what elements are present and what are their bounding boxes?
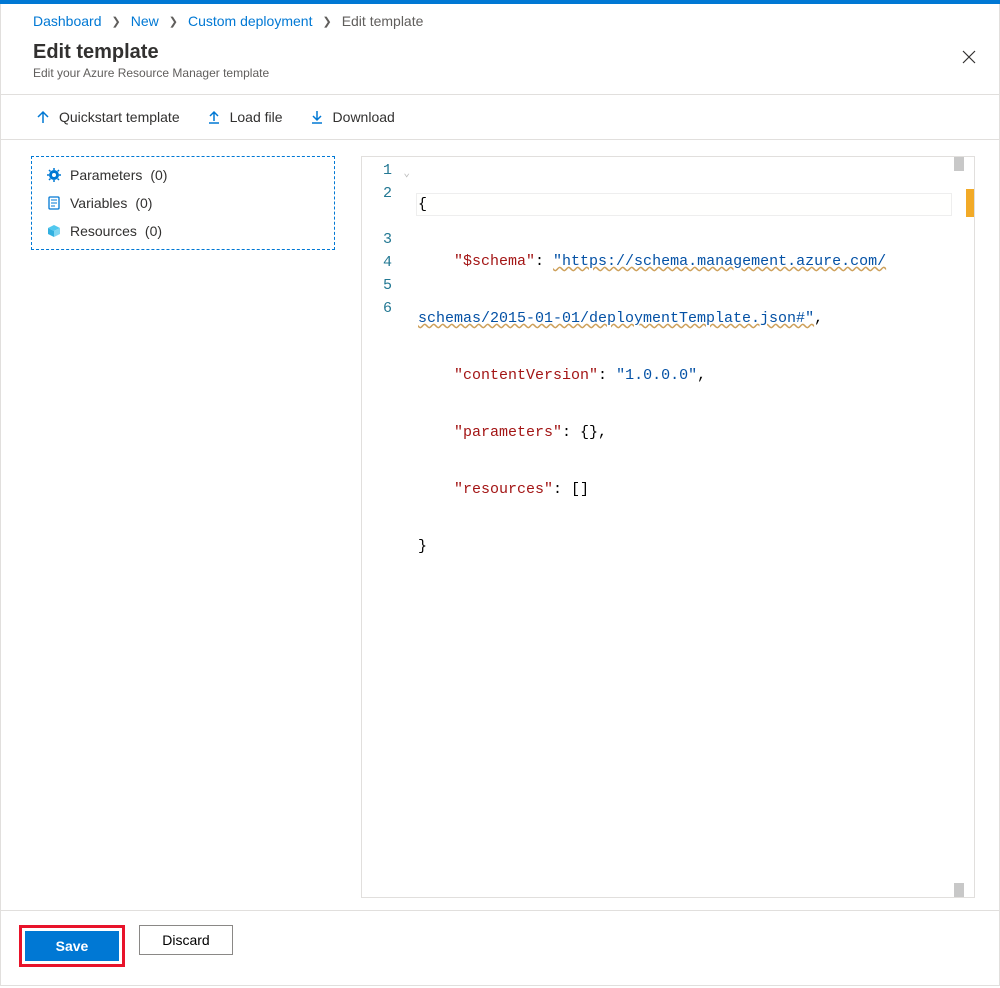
download-icon: [309, 109, 325, 125]
code-editor[interactable]: 1⌄ 2 3 4 5 6 { "$schema": "https://schem…: [361, 156, 975, 898]
quickstart-label: Quickstart template: [59, 109, 180, 125]
quickstart-template-button[interactable]: Quickstart template: [25, 103, 190, 131]
breadcrumb-current: Edit template: [342, 13, 424, 29]
footer: Save Discard: [1, 910, 999, 985]
code-token: : {},: [562, 424, 607, 441]
save-button[interactable]: Save: [25, 931, 119, 961]
chevron-right-icon: ❯: [112, 15, 121, 28]
parameters-label: Parameters: [70, 167, 142, 183]
line-number: 2: [362, 182, 416, 205]
overview-warning-mark: [966, 189, 974, 217]
load-file-label: Load file: [230, 109, 283, 125]
tree-item-variables[interactable]: Variables (0): [32, 189, 334, 217]
variables-label: Variables: [70, 195, 127, 211]
download-button[interactable]: Download: [299, 103, 405, 131]
code-token: :: [598, 367, 616, 384]
code-token: {: [418, 196, 427, 213]
editor-content[interactable]: { "$schema": "https://schema.management.…: [416, 157, 952, 897]
breadcrumb-new[interactable]: New: [131, 13, 159, 29]
resources-icon: [46, 223, 62, 239]
load-file-button[interactable]: Load file: [196, 103, 293, 131]
page-title: Edit template: [33, 41, 979, 64]
chevron-right-icon: ❯: [169, 15, 178, 28]
upload-icon: [206, 109, 222, 125]
code-token: "https://schema.management.azure.com/: [553, 253, 886, 270]
editor-scrollbar[interactable]: [952, 157, 966, 897]
breadcrumb: Dashboard ❯ New ❯ Custom deployment ❯ Ed…: [1, 4, 999, 35]
download-label: Download: [333, 109, 395, 125]
line-number: 5: [362, 274, 416, 297]
tree-item-resources[interactable]: Resources (0): [32, 217, 334, 245]
variables-icon: [46, 195, 62, 211]
scroll-thumb[interactable]: [954, 883, 964, 897]
editor-gutter: 1⌄ 2 3 4 5 6: [362, 157, 416, 897]
line-number: 3: [362, 228, 416, 251]
close-button[interactable]: [957, 45, 981, 69]
resources-label: Resources: [70, 223, 137, 239]
code-token: "contentVersion": [454, 367, 598, 384]
panel-header: Edit template Edit your Azure Resource M…: [1, 35, 999, 95]
chevron-right-icon: ❯: [322, 15, 331, 28]
tree-item-parameters[interactable]: Parameters (0): [32, 161, 334, 189]
save-highlight: Save: [19, 925, 125, 967]
breadcrumb-dashboard[interactable]: Dashboard: [33, 13, 102, 29]
template-tree: Parameters (0) Variables (0) Resources (…: [31, 156, 335, 250]
close-icon: [961, 49, 977, 65]
code-token: }: [418, 538, 427, 555]
code-token: ,: [814, 310, 823, 327]
code-token: schemas/2015-01-01/deploymentTemplate.js…: [418, 310, 814, 327]
toolbar: Quickstart template Load file Download: [1, 95, 999, 140]
arrow-up-icon: [35, 109, 51, 125]
code-token: "resources": [454, 481, 553, 498]
page-subtitle: Edit your Azure Resource Manager templat…: [33, 66, 979, 80]
code-token: "$schema": [454, 253, 535, 270]
code-token: "1.0.0.0": [616, 367, 697, 384]
editor-overview-ruler: [966, 157, 974, 897]
variables-count: (0): [135, 195, 152, 211]
breadcrumb-custom-deployment[interactable]: Custom deployment: [188, 13, 313, 29]
scroll-thumb[interactable]: [954, 157, 964, 171]
line-number: 4: [362, 251, 416, 274]
code-token: : []: [553, 481, 589, 498]
discard-button[interactable]: Discard: [139, 925, 233, 955]
parameters-icon: [46, 167, 62, 183]
line-number: 6: [362, 297, 416, 320]
code-token: "parameters": [454, 424, 562, 441]
code-token: ,: [697, 367, 706, 384]
line-number: 1⌄: [362, 159, 416, 182]
line-number-wrap: [362, 205, 416, 228]
parameters-count: (0): [150, 167, 167, 183]
code-token: :: [535, 253, 553, 270]
resources-count: (0): [145, 223, 162, 239]
